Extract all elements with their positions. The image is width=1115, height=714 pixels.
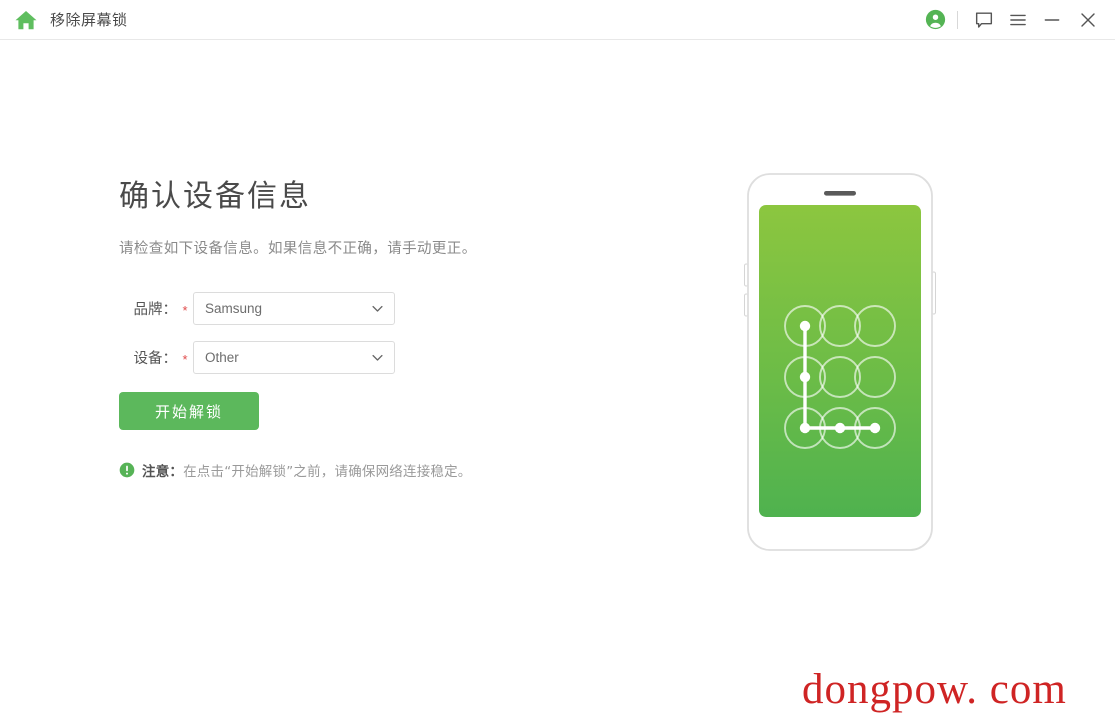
feedback-button[interactable] [967, 0, 1001, 40]
hamburger-menu-icon [1010, 14, 1026, 25]
close-button[interactable] [1071, 0, 1105, 40]
phone-illustration-svg [744, 173, 936, 551]
menu-button[interactable] [1001, 0, 1035, 40]
brand-required-mark: * [182, 303, 188, 318]
minimize-button[interactable] [1035, 0, 1069, 40]
main-content: 确认设备信息 请检查如下设备信息。如果信息不正确，请手动更正。 品牌： * Sa… [0, 41, 1115, 713]
device-info-panel: 确认设备信息 请检查如下设备信息。如果信息不正确，请手动更正。 品牌： * Sa… [119, 171, 639, 480]
brand-select[interactable]: Samsung [193, 292, 395, 325]
brand-label: 品牌： [133, 302, 178, 318]
device-select-value: Other [205, 350, 239, 365]
device-label: 设备： [133, 351, 178, 367]
device-field-row: 设备： * Other [119, 341, 639, 374]
exclamation-circle-icon [119, 462, 135, 478]
phone-pattern-lock-illustration [744, 172, 936, 552]
brand-select-value: Samsung [205, 301, 263, 316]
page-title: 确认设备信息 [119, 179, 311, 214]
note-row: 注意：在点击“开始解锁”之前，请确保网络连接稳定。 [119, 460, 639, 480]
chat-bubble-icon [975, 11, 993, 28]
note-body: 在点击“开始解锁”之前，请确保网络连接稳定。 [183, 464, 472, 480]
watermark: dongpow. com [802, 666, 1067, 713]
home-icon[interactable] [14, 8, 38, 32]
device-required-mark: * [182, 352, 188, 367]
chevron-down-icon [372, 354, 383, 361]
page-subtitle: 请检查如下设备信息。如果信息不正确，请手动更正。 [119, 241, 477, 257]
title-bar: 移除屏幕锁 [0, 0, 1115, 40]
account-circle-icon [925, 9, 945, 30]
device-select[interactable]: Other [193, 341, 395, 374]
account-button[interactable] [918, 0, 952, 40]
close-icon [1081, 12, 1095, 27]
app-title: 移除屏幕锁 [50, 11, 128, 29]
chevron-down-icon [372, 305, 383, 312]
brand-field-row: 品牌： * Samsung [119, 292, 639, 325]
note-prefix: 注意： [142, 464, 184, 480]
note-text: 注意：在点击“开始解锁”之前，请确保网络连接稳定。 [142, 460, 472, 480]
minimize-icon [1044, 18, 1060, 21]
titlebar-divider [957, 10, 958, 29]
start-unlock-button[interactable]: 开始解锁 [119, 392, 259, 430]
